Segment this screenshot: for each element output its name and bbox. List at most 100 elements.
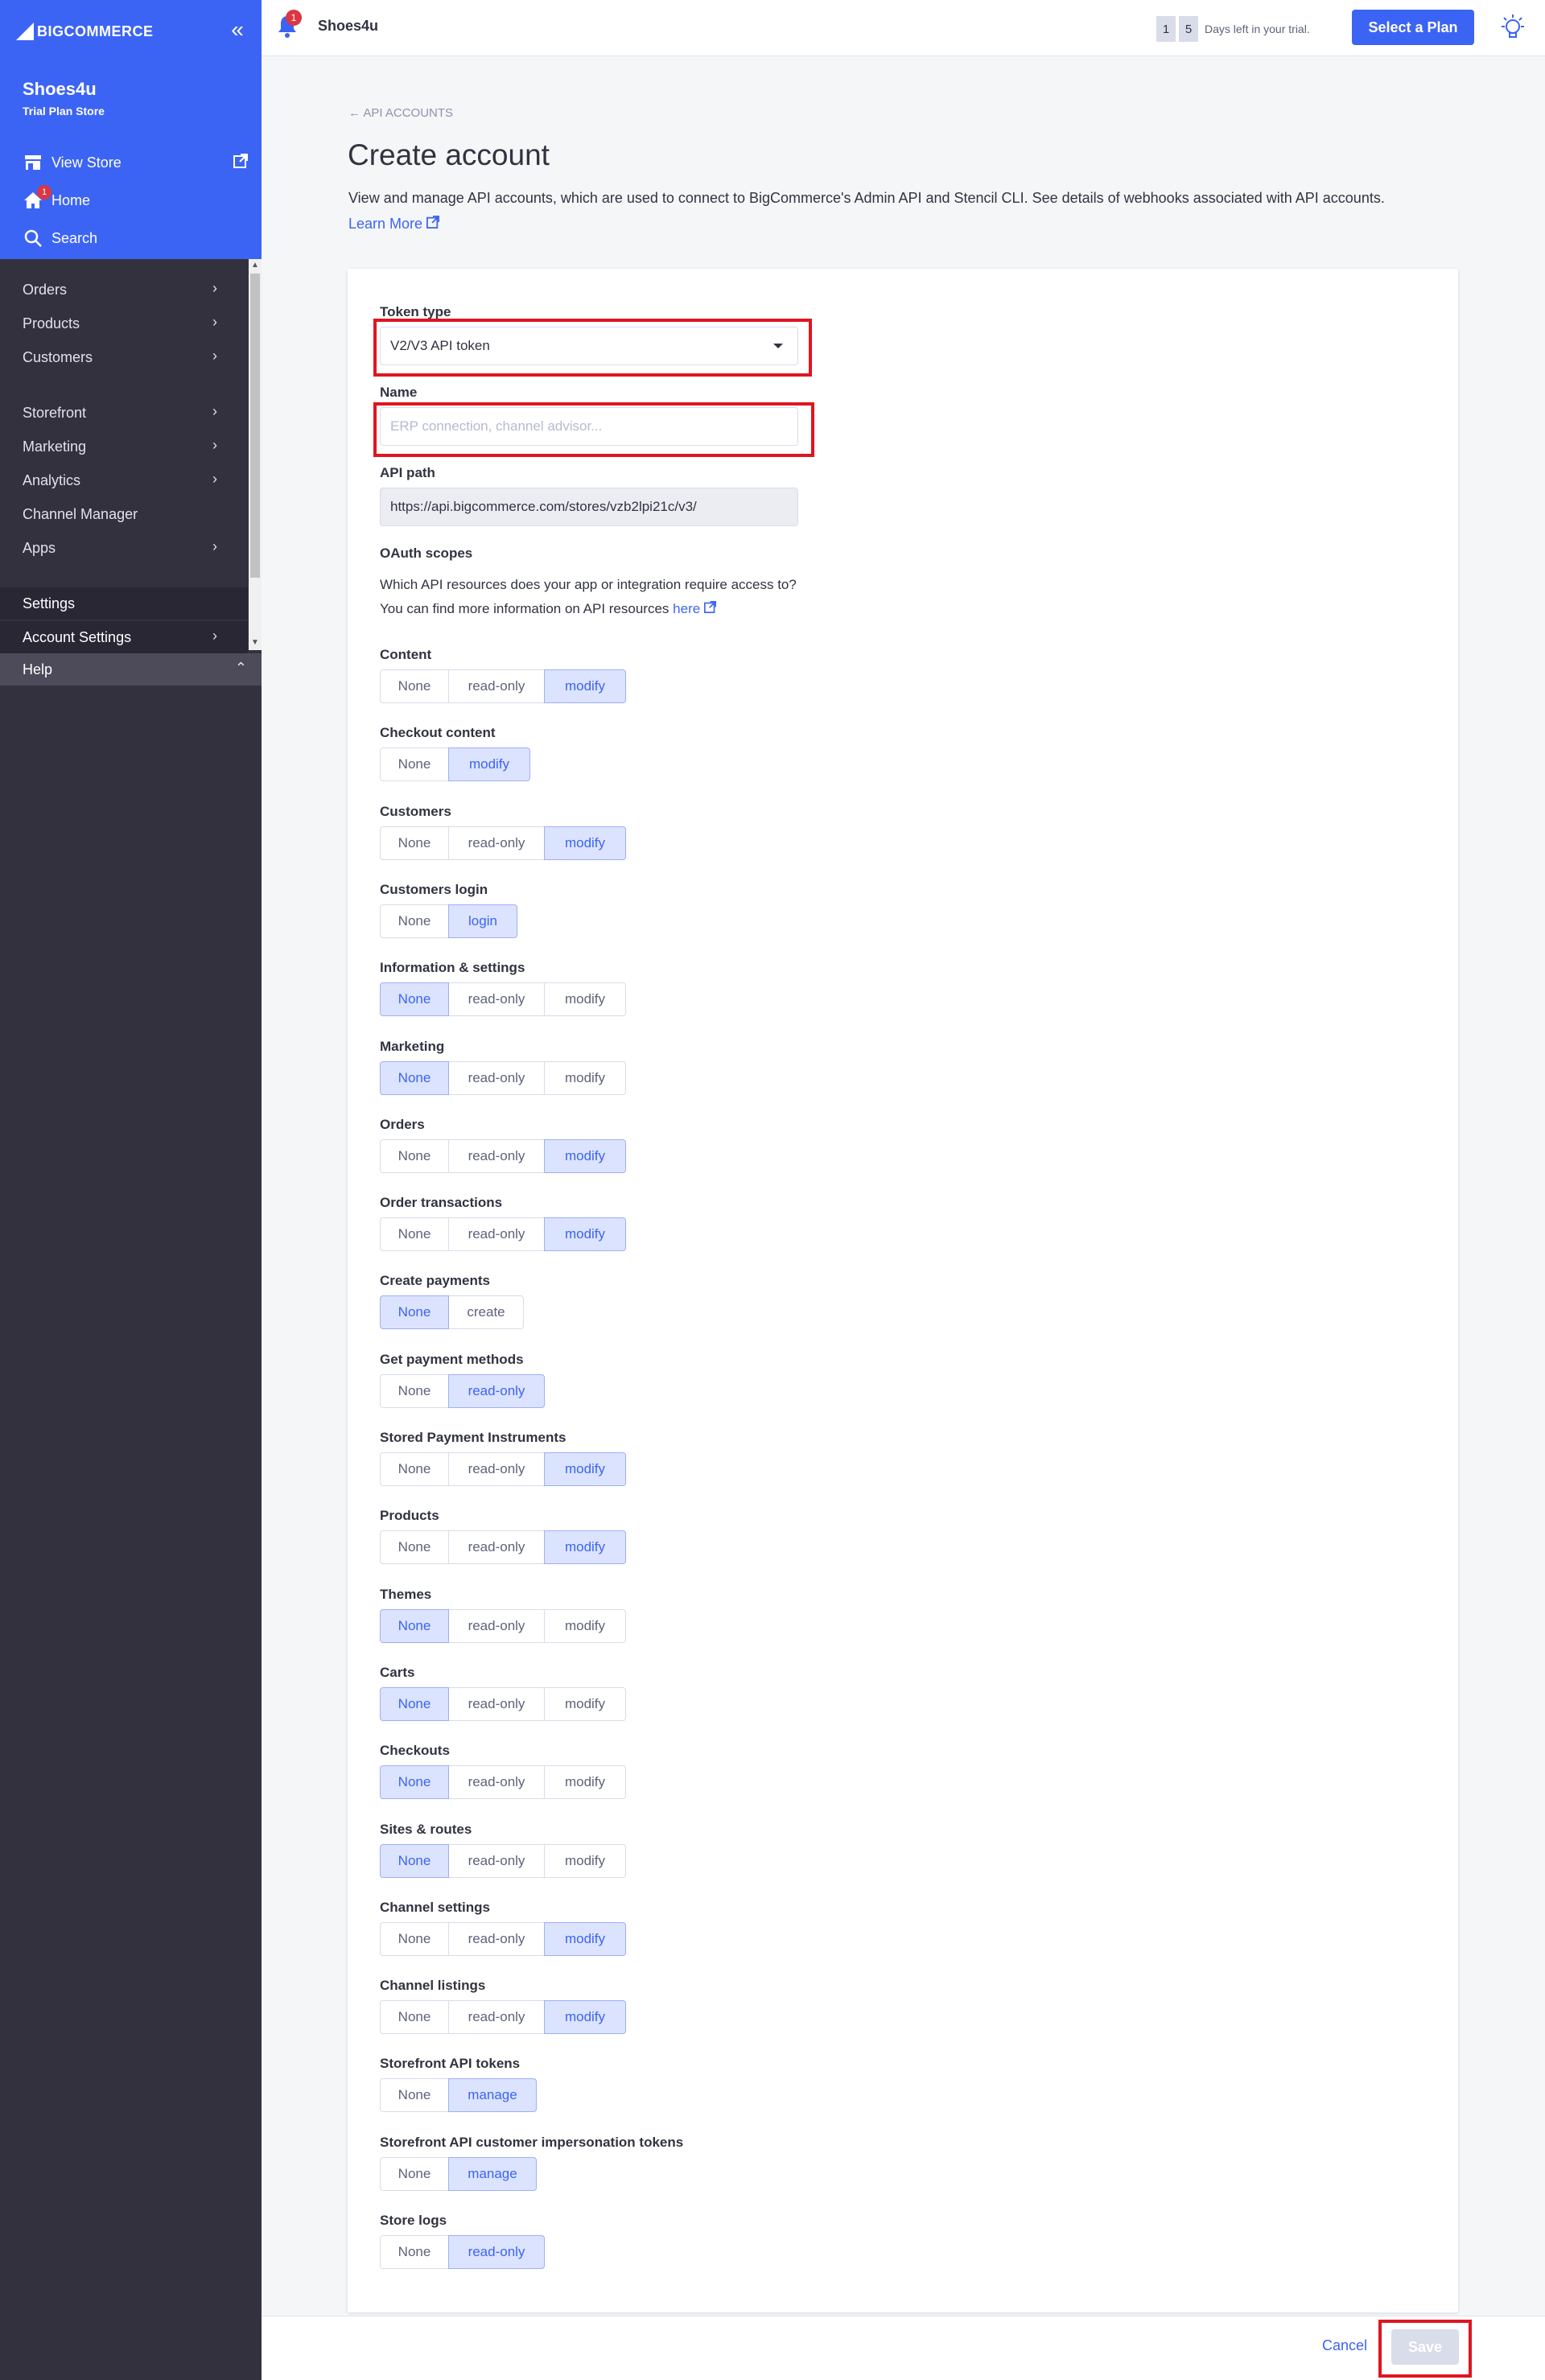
scope-option-none[interactable]: None <box>380 1217 449 1251</box>
nav-label: Analytics <box>23 471 81 488</box>
scope-option-readonly[interactable]: read-only <box>448 2000 545 2034</box>
sidebar-item-orders[interactable]: Orders › <box>0 274 248 306</box>
api-path-field[interactable] <box>380 488 798 526</box>
scope-option-modify[interactable]: modify <box>544 982 626 1016</box>
scope-option-none[interactable]: None <box>380 904 449 938</box>
scope-option-modify[interactable]: modify <box>544 1922 626 1956</box>
scope-label: Sites & routes <box>380 1822 472 1837</box>
scope-option-readonly[interactable]: read-only <box>448 1452 545 1486</box>
sidebar-item-products[interactable]: Products › <box>0 307 248 340</box>
api-path-label: API path <box>380 465 435 480</box>
bigcommerce-logo[interactable]: BIGCOMMERCE <box>16 18 154 45</box>
scope-option-none[interactable]: None <box>380 669 449 703</box>
scope-option-modify[interactable]: modify <box>544 826 626 860</box>
scope-option-modify[interactable]: modify <box>544 1217 626 1251</box>
trial-digit: 1 <box>1156 16 1176 42</box>
sidebar-item-account-settings[interactable]: Account Settings › <box>0 621 248 653</box>
sidebar-scrollbar[interactable]: ▲ ▼ <box>249 259 262 650</box>
scope-option-none[interactable]: None <box>380 1765 449 1799</box>
scope-option-modify[interactable]: modify <box>544 1765 626 1799</box>
scope-option-none[interactable]: None <box>380 1295 449 1329</box>
scope-option-readonly[interactable]: read-only <box>448 669 545 703</box>
sidebar-item-customers[interactable]: Customers › <box>0 341 248 373</box>
learn-more-link[interactable]: Learn More <box>348 216 440 233</box>
scope-option-modify[interactable]: modify <box>544 669 626 703</box>
scope-segmented-control: None read-only modify <box>380 1765 626 1799</box>
scope-option-readonly[interactable]: read-only <box>448 1609 545 1643</box>
scope-option-modify[interactable]: modify <box>544 1139 626 1173</box>
scope-option-readonly[interactable]: read-only <box>448 1922 545 1956</box>
scope-option-login[interactable]: login <box>448 904 517 938</box>
scope-option-readonly[interactable]: read-only <box>448 1765 545 1799</box>
scope-segmented-control: None read-only modify <box>380 1687 626 1721</box>
scope-segmented-control: None read-only modify <box>380 1530 626 1564</box>
sidebar-header: BIGCOMMERCE « Shoes4u Trial Plan Store V… <box>0 0 262 259</box>
scope-label: Orders <box>380 1117 425 1132</box>
scope-option-modify[interactable]: modify <box>544 1452 626 1486</box>
scope-option-none[interactable]: None <box>380 1687 449 1721</box>
sidebar-item-help[interactable]: Help ⌃ <box>0 653 262 686</box>
api-resources-link[interactable]: here <box>673 601 700 616</box>
scope-label: Checkouts <box>380 1743 450 1758</box>
sidebar-item-channel-manager[interactable]: Channel Manager <box>0 498 248 530</box>
scope-option-none[interactable]: None <box>380 1922 449 1956</box>
scope-option-readonly[interactable]: read-only <box>448 1217 545 1251</box>
oauth-hint-text: You can find more information on API res… <box>380 601 670 616</box>
scope-option-none[interactable]: None <box>380 1139 449 1173</box>
scope-option-none[interactable]: None <box>380 826 449 860</box>
sidebar-item-settings[interactable]: Settings <box>0 587 248 620</box>
sidebar-item-marketing[interactable]: Marketing › <box>0 430 248 463</box>
scrollbar-thumb[interactable] <box>250 274 260 578</box>
scope-option-none[interactable]: None <box>380 982 449 1016</box>
sidebar-item-analytics[interactable]: Analytics › <box>0 464 248 496</box>
scope-option-readonly[interactable]: read-only <box>448 1687 545 1721</box>
scope-option-manage[interactable]: manage <box>448 2157 537 2191</box>
scope-option-readonly[interactable]: read-only <box>448 2235 545 2269</box>
scope-option-readonly[interactable]: read-only <box>448 826 545 860</box>
scope-option-none[interactable]: None <box>380 1374 449 1408</box>
scope-option-none[interactable]: None <box>380 1061 449 1095</box>
scope-option-modify[interactable]: modify <box>544 1687 626 1721</box>
scope-option-readonly[interactable]: read-only <box>448 1844 545 1878</box>
scope-option-modify[interactable]: modify <box>448 747 530 781</box>
scope-option-readonly[interactable]: read-only <box>448 982 545 1016</box>
view-store-link[interactable]: View Store <box>23 150 248 175</box>
collapse-sidebar-icon[interactable]: « <box>225 18 249 42</box>
scope-option-none[interactable]: None <box>380 1609 449 1643</box>
scope-option-readonly[interactable]: read-only <box>448 1139 545 1173</box>
home-link[interactable]: 1 Home <box>23 185 248 212</box>
chevron-right-icon: › <box>212 348 217 364</box>
nav-label: Marketing <box>23 438 87 455</box>
scope-option-none[interactable]: None <box>380 1530 449 1564</box>
scope-option-manage[interactable]: manage <box>448 2078 537 2112</box>
scope-segmented-control: None create <box>380 1295 524 1329</box>
scope-option-readonly[interactable]: read-only <box>448 1061 545 1095</box>
scroll-down-arrow-icon[interactable]: ▼ <box>251 639 259 647</box>
cancel-button[interactable]: Cancel <box>1322 2337 1367 2354</box>
breadcrumb[interactable]: ← API ACCOUNTS <box>348 106 453 120</box>
scope-option-readonly[interactable]: read-only <box>448 1374 545 1408</box>
scope-option-modify[interactable]: modify <box>544 1061 626 1095</box>
scope-option-modify[interactable]: modify <box>544 2000 626 2034</box>
search-link[interactable]: Search <box>23 226 248 250</box>
sidebar-item-storefront[interactable]: Storefront › <box>0 397 248 429</box>
scope-option-modify[interactable]: modify <box>544 1844 626 1878</box>
sidebar-item-apps[interactable]: Apps › <box>0 532 248 564</box>
scroll-up-arrow-icon[interactable]: ▲ <box>251 261 259 270</box>
scope-option-none[interactable]: None <box>380 747 449 781</box>
scope-option-create[interactable]: create <box>448 1295 524 1329</box>
scope-option-none[interactable]: None <box>380 2078 449 2112</box>
scope-segmented-control: None modify <box>380 747 530 781</box>
lightbulb-icon[interactable] <box>1498 13 1527 42</box>
scope-option-none[interactable]: None <box>380 2157 449 2191</box>
scope-label: Channel listings <box>380 1978 486 1993</box>
scope-option-none[interactable]: None <box>380 2235 449 2269</box>
scope-option-none[interactable]: None <box>380 1452 449 1486</box>
scope-option-readonly[interactable]: read-only <box>448 1530 545 1564</box>
select-plan-button[interactable]: Select a Plan <box>1352 10 1474 45</box>
scope-option-none[interactable]: None <box>380 1844 449 1878</box>
scope-option-modify[interactable]: modify <box>544 1530 626 1564</box>
scope-option-modify[interactable]: modify <box>544 1609 626 1643</box>
scope-option-none[interactable]: None <box>380 2000 449 2034</box>
nav-label: Settings <box>23 595 76 611</box>
